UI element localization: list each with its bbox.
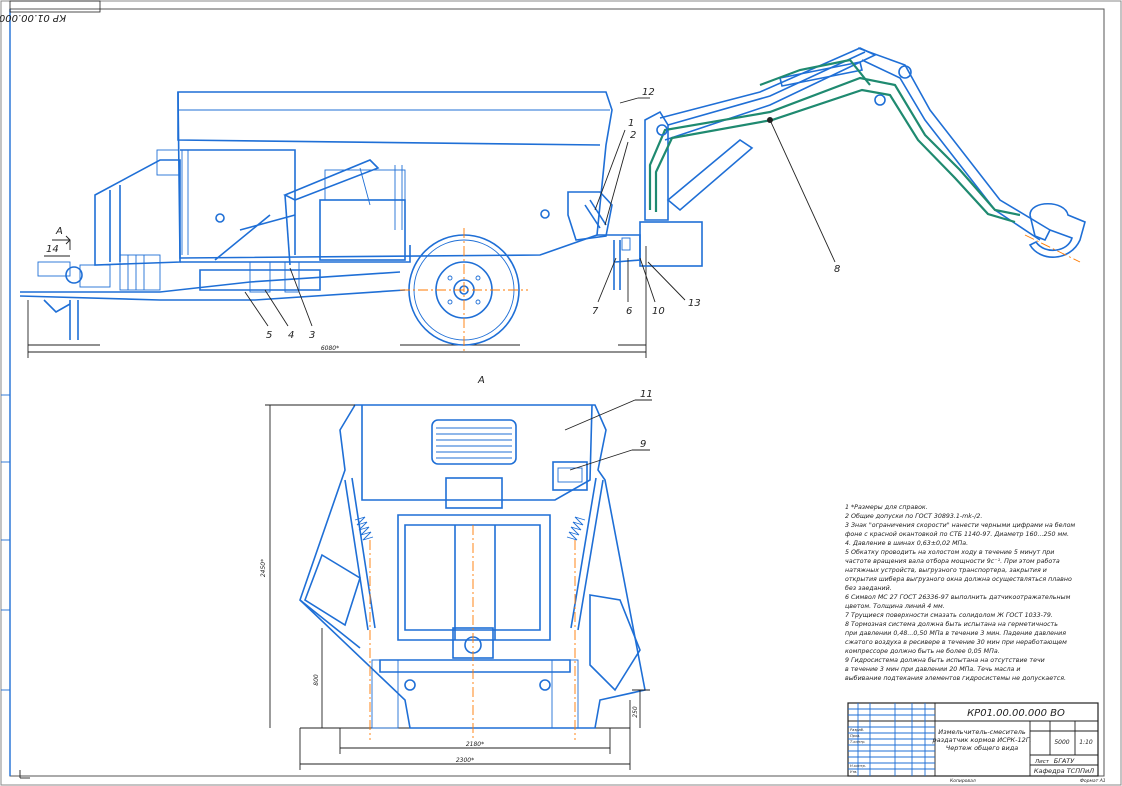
origin-marker [19, 770, 30, 779]
note-line: сжатого воздуха в ресивере в течение 30 … [845, 638, 1067, 646]
note-line: 7 Трущиеся поверхности смазать солидолом… [845, 612, 1053, 619]
mass-value: 5000 [1054, 739, 1069, 746]
technical-notes: 1 *Размеры для справок. 2 Общие допуски … [845, 504, 1075, 682]
department: Кафедра ТСППиЛ [1034, 767, 1094, 775]
note-line: 2 Общие допуски по ГОСТ 30893.1-mk-/2. [845, 512, 982, 520]
pos-9: 9 [640, 439, 646, 450]
note-line: частоте вращения вала отбора мощности 9c… [845, 557, 1060, 565]
pos-6: 6 [626, 306, 632, 317]
cabinet [319, 199, 406, 261]
crane-base [639, 221, 703, 267]
note-line: фоне с красной окантовкой по СТБ 1140-97… [845, 531, 1069, 538]
note-line: 9 Гидросистема должна быть испытана на о… [845, 656, 1045, 664]
title-name-line1: Измельчитель-смеситель [938, 728, 1026, 736]
boom-cylinder [666, 139, 754, 212]
view-a-body [299, 404, 646, 729]
note-line: 3 Знак "ограничения скорости" нанести че… [845, 521, 1075, 529]
title-block: КР01.00.00.000 ВО Измельчитель-смеситель… [847, 702, 1106, 784]
note-line: выбивание подтекания элементов гидросист… [845, 674, 1066, 682]
note-line: без заеданий. [845, 584, 892, 592]
pos-7: 7 [592, 306, 599, 317]
role-label: Н.контр. [850, 764, 866, 768]
side-view: 6080* А 12 1 2 8 3 4 5 7 6 10 13 14 [19, 47, 1086, 358]
note-line: цветом. Толщина линий 4 мм. [845, 603, 945, 610]
note-line: открытия шибера выгрузного окна должна о… [845, 575, 1072, 583]
doc-number: КР01.00.00.000 ВО [967, 708, 1065, 719]
note-line: натяжных устройств, выгрузного транспорт… [845, 567, 1047, 574]
wheel [400, 228, 528, 352]
note-line: 6 Символ МС 27 ГОСТ 26336-97 выполнить д… [845, 594, 1071, 601]
note-line: компрессоре должно быть не более 0,05 МП… [845, 647, 1000, 655]
pos-2: 2 [630, 130, 636, 141]
dim-height-low-text: 800 [313, 674, 320, 686]
organization: БГАТУ [1054, 757, 1075, 765]
dim-height-text: 2450* [260, 559, 267, 577]
note-line: при давлении 0,48...0,50 МПа в течение 3… [845, 630, 1066, 637]
pos-3: 3 [309, 330, 315, 341]
note-line: 4. Давление в шинах 0,63±0,02 МПа. [845, 540, 968, 547]
discharge-chute-left [304, 553, 361, 627]
dim-clearance-text: 250 [632, 706, 639, 718]
title-name-line3: Чертеж общего вида [946, 744, 1018, 752]
pos-1: 1 [628, 118, 634, 129]
discharge-window [567, 191, 613, 241]
scale-value: 1:10 [1079, 739, 1093, 746]
pos-8: 8 [834, 264, 840, 275]
view-a-title: А [477, 375, 485, 386]
view-a: А 2450* 800 2180* 2300* 250 11 9 [260, 375, 653, 770]
loading-crane [639, 47, 1086, 267]
crane-stick [857, 47, 1051, 231]
vent-grille [431, 419, 517, 465]
title-name-line2: раздатчик кормов ИСРК-12Г. [932, 736, 1032, 744]
front-tower [94, 159, 181, 266]
pos-11: 11 [640, 389, 653, 400]
support-jack [69, 300, 79, 340]
dim-width-text: 2300* [456, 757, 474, 764]
role-label: Утв. [850, 770, 858, 774]
pos-5: 5 [266, 330, 272, 341]
right-spring-arm [570, 477, 604, 631]
pos-4: 4 [288, 330, 294, 341]
dim-track-text: 2180* [466, 741, 484, 748]
role-label: Разраб. [850, 728, 864, 732]
copied-label: Копировал [950, 778, 976, 784]
format-label: Формат А1 [1080, 778, 1106, 784]
rotated-doc-stamp: КР 01.00.000000 ВО [0, 0, 101, 23]
pos-14: 14 [46, 244, 59, 255]
grapple [1028, 203, 1086, 258]
note-line: 5 Обкатку проводить на холостом ходу в т… [845, 548, 1054, 556]
position-leaders: 12 1 2 8 3 4 5 7 6 10 13 14 [44, 87, 840, 341]
role-label: Т.контр. [850, 740, 866, 744]
note-line: в течение 3 мин при давлении 20 МПа. Теч… [845, 666, 1020, 673]
pos-13: 13 [688, 298, 701, 309]
dim-length-text: 6080* [321, 345, 339, 352]
technical-drawing: КР 01.00.000000 ВО 6080* [0, 0, 1122, 786]
section-letter: А [55, 226, 63, 237]
stamp-text: КР 01.00.000000 ВО [0, 12, 66, 23]
pos-12: 12 [642, 87, 655, 98]
note-line: 8 Тормозная система должна быть испытана… [845, 620, 1058, 628]
gearbox [199, 269, 321, 291]
role-label: Пров. [850, 734, 860, 738]
sheet-label: Лист [1034, 759, 1050, 765]
discharge-chute-right [589, 594, 641, 692]
pos-10: 10 [652, 306, 665, 317]
axle [379, 659, 571, 673]
note-line: 1 *Размеры для справок. [845, 504, 928, 511]
